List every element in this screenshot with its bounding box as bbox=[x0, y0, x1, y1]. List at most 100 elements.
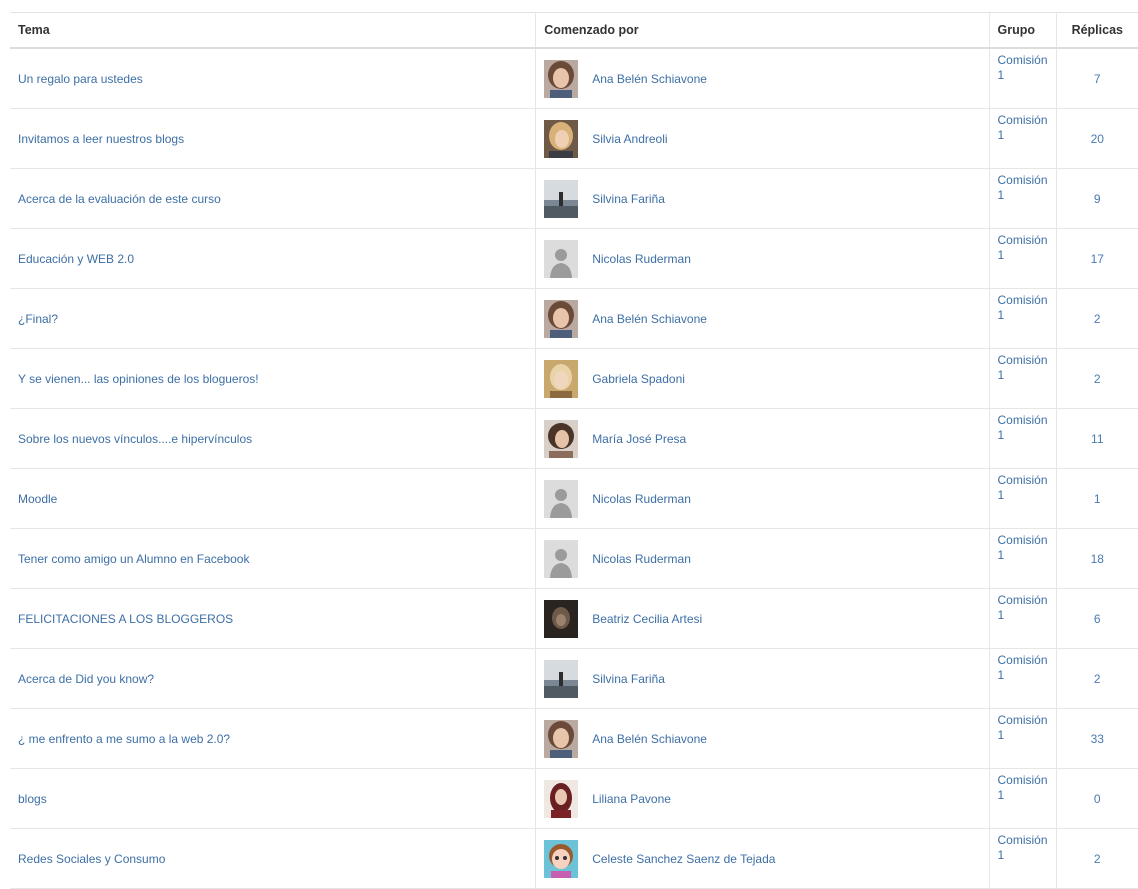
avatar-cartoon-girl[interactable] bbox=[544, 839, 579, 878]
topic-link[interactable]: Y se vienen... las opiniones de los blog… bbox=[18, 372, 259, 386]
author-link[interactable]: Silvia Andreoli bbox=[592, 132, 667, 146]
topic-link[interactable]: Tener como amigo un Alumno en Facebook bbox=[18, 552, 249, 566]
topic-link[interactable]: Redes Sociales y Consumo bbox=[18, 852, 165, 866]
topic-link[interactable]: ¿Final? bbox=[18, 312, 58, 326]
group-link[interactable]: Comisión 1 bbox=[998, 53, 1048, 82]
topic-cell: Invitamos a leer nuestros blogs bbox=[10, 108, 536, 169]
avatar-photo-woman-curly[interactable] bbox=[544, 719, 579, 758]
group-cell: Comisión 1 bbox=[988, 468, 1057, 529]
author-link[interactable]: Ana Belén Schiavone bbox=[592, 732, 707, 746]
author-link[interactable]: Nicolas Ruderman bbox=[592, 252, 691, 266]
topic-link[interactable]: Invitamos a leer nuestros blogs bbox=[18, 132, 184, 146]
replies-cell: 33 bbox=[1055, 708, 1138, 769]
group-cell: Comisión 1 bbox=[988, 648, 1057, 709]
topic-cell: Acerca de Did you know? bbox=[10, 648, 536, 709]
group-name: Comisión bbox=[997, 473, 1048, 487]
table-row: Y se vienen... las opiniones de los blog… bbox=[10, 348, 1138, 409]
replies-count: 2 bbox=[1093, 311, 1101, 326]
replies-count: 18 bbox=[1090, 551, 1104, 566]
group-link[interactable]: Comisión 1 bbox=[998, 413, 1048, 442]
replies-count: 17 bbox=[1090, 251, 1104, 266]
column-header-author[interactable]: Comenzado por bbox=[535, 12, 990, 49]
author-link[interactable]: Silvina Fariña bbox=[592, 192, 665, 206]
group-cell: Comisión 1 bbox=[988, 588, 1057, 649]
author-link[interactable]: Nicolas Ruderman bbox=[592, 492, 691, 506]
avatar-photo-landscape[interactable] bbox=[544, 179, 579, 218]
replies-count: 33 bbox=[1090, 731, 1104, 746]
group-cell: Comisión 1 bbox=[988, 168, 1057, 229]
topic-cell: Sobre los nuevos vínculos....e hipervínc… bbox=[10, 408, 536, 469]
topic-link[interactable]: FELICITACIONES A LOS BLOGGEROS bbox=[18, 612, 233, 626]
author-link[interactable]: Gabriela Spadoni bbox=[592, 372, 685, 386]
avatar-default-silhouette[interactable] bbox=[544, 239, 579, 278]
avatar-default-silhouette[interactable] bbox=[544, 479, 579, 518]
replies-cell: 20 bbox=[1055, 108, 1138, 169]
group-link[interactable]: Comisión 1 bbox=[998, 113, 1048, 142]
author-link[interactable]: Silvina Fariña bbox=[592, 672, 665, 686]
table-row: Educación y WEB 2.0 Nicolas Ruderman Comis… bbox=[10, 228, 1138, 289]
column-header-replies[interactable]: Réplicas bbox=[1055, 12, 1138, 49]
group-link[interactable]: Comisión 1 bbox=[998, 233, 1048, 262]
topic-link[interactable]: Sobre los nuevos vínculos....e hipervínc… bbox=[18, 432, 252, 446]
column-header-group[interactable]: Grupo bbox=[988, 12, 1057, 49]
group-number: 1 bbox=[997, 188, 1005, 202]
group-link[interactable]: Comisión 1 bbox=[998, 533, 1048, 562]
group-number: 1 bbox=[997, 308, 1005, 322]
avatar-photo-woman-blonde[interactable] bbox=[544, 119, 579, 158]
replies-count: 11 bbox=[1091, 431, 1104, 446]
avatar-photo-dark[interactable] bbox=[544, 599, 579, 638]
group-name: Comisión bbox=[997, 353, 1048, 367]
topic-link[interactable]: Un regalo para ustedes bbox=[18, 72, 143, 86]
group-cell: Comisión 1 bbox=[988, 348, 1057, 409]
replies-cell: 9 bbox=[1055, 168, 1138, 229]
avatar-photo-woman-light[interactable] bbox=[544, 359, 579, 398]
topic-link[interactable]: Moodle bbox=[18, 492, 57, 506]
topic-link[interactable]: Acerca de la evaluación de este curso bbox=[18, 192, 221, 206]
avatar-photo-woman-dark-hair[interactable] bbox=[544, 419, 579, 458]
group-link[interactable]: Comisión 1 bbox=[998, 653, 1048, 682]
replies-cell: 18 bbox=[1055, 528, 1138, 589]
author-link[interactable]: Liliana Pavone bbox=[592, 792, 671, 806]
group-link[interactable]: Comisión 1 bbox=[998, 173, 1048, 202]
replies-cell: 2 bbox=[1055, 648, 1138, 709]
group-link[interactable]: Comisión 1 bbox=[998, 713, 1048, 742]
topic-link[interactable]: ¿ me enfrento a me sumo a la web 2.0? bbox=[18, 732, 230, 746]
group-number: 1 bbox=[997, 548, 1005, 562]
author-link[interactable]: Ana Belén Schiavone bbox=[592, 312, 707, 326]
avatar-photo-woman-red[interactable] bbox=[544, 779, 579, 818]
group-number: 1 bbox=[997, 608, 1005, 622]
group-link[interactable]: Comisión 1 bbox=[998, 773, 1048, 802]
group-link[interactable]: Comisión 1 bbox=[998, 293, 1048, 322]
replies-count: 0 bbox=[1093, 791, 1101, 806]
group-number: 1 bbox=[997, 128, 1005, 142]
group-name: Comisión bbox=[997, 653, 1048, 667]
replies-count: 7 bbox=[1093, 71, 1101, 86]
author-link[interactable]: María José Presa bbox=[592, 432, 686, 446]
author-link[interactable]: Beatriz Cecilia Artesi bbox=[592, 612, 702, 626]
avatar-photo-landscape[interactable] bbox=[544, 659, 579, 698]
author-link[interactable]: Nicolas Ruderman bbox=[592, 552, 691, 566]
topic-link[interactable]: Educación y WEB 2.0 bbox=[18, 252, 134, 266]
group-name: Comisión bbox=[997, 293, 1048, 307]
avatar-photo-woman-curly[interactable] bbox=[544, 59, 579, 98]
topic-link[interactable]: blogs bbox=[18, 792, 47, 806]
replies-cell: 7 bbox=[1055, 48, 1138, 109]
avatar-default-silhouette[interactable] bbox=[544, 539, 579, 578]
group-name: Comisión bbox=[997, 233, 1048, 247]
column-header-topic[interactable]: Tema bbox=[10, 12, 536, 49]
group-link[interactable]: Comisión 1 bbox=[998, 473, 1048, 502]
group-number: 1 bbox=[997, 68, 1005, 82]
topic-link[interactable]: Acerca de Did you know? bbox=[18, 672, 154, 686]
topic-cell: ¿ me enfrento a me sumo a la web 2.0? bbox=[10, 708, 536, 769]
author-link[interactable]: Ana Belén Schiavone bbox=[592, 72, 707, 86]
author-link[interactable]: Celeste Sanchez Saenz de Tejada bbox=[592, 852, 775, 866]
group-link[interactable]: Comisión 1 bbox=[998, 833, 1048, 862]
group-link[interactable]: Comisión 1 bbox=[998, 353, 1048, 382]
group-link[interactable]: Comisión 1 bbox=[998, 593, 1048, 622]
table-row: Invitamos a leer nuestros blogs Silvia An… bbox=[10, 108, 1138, 169]
table-row: Sobre los nuevos vínculos....e hipervínc… bbox=[10, 408, 1138, 469]
avatar-photo-woman-curly[interactable] bbox=[544, 299, 579, 338]
group-name: Comisión bbox=[997, 773, 1048, 787]
author-cell: Ana Belén Schiavone bbox=[535, 48, 990, 109]
table-row: Acerca de la evaluación de este curso Sil… bbox=[10, 168, 1138, 229]
